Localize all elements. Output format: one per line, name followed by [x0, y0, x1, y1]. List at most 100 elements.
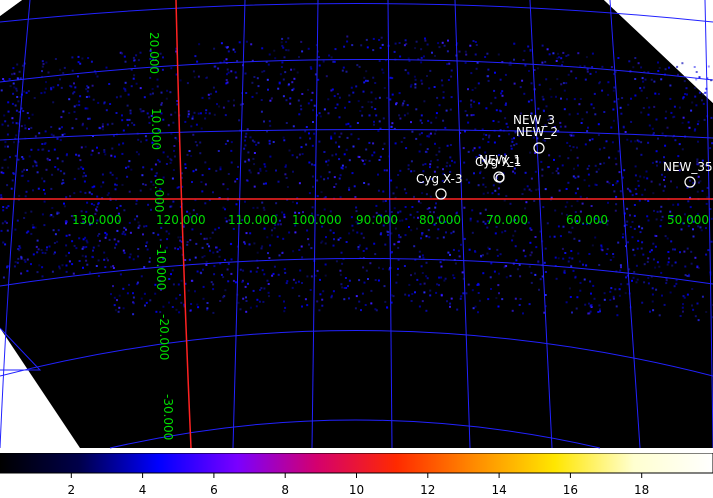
noise-pixel — [413, 170, 416, 172]
noise-pixel — [613, 86, 616, 89]
noise-pixel — [97, 234, 99, 237]
noise-pixel — [592, 107, 595, 110]
noise-pixel — [97, 244, 100, 247]
noise-pixel — [381, 68, 384, 71]
noise-pixel — [446, 161, 449, 164]
noise-pixel — [311, 206, 314, 209]
noise-pixel — [4, 120, 7, 123]
noise-pixel — [290, 68, 293, 71]
noise-pixel — [32, 189, 34, 192]
noise-pixel — [285, 41, 288, 43]
noise-pixel — [418, 133, 421, 136]
noise-pixel — [703, 118, 706, 121]
noise-pixel — [535, 246, 538, 249]
noise-pixel — [38, 132, 41, 135]
noise-pixel — [253, 185, 256, 188]
noise-pixel — [615, 163, 618, 166]
noise-pixel — [191, 115, 194, 118]
noise-pixel — [43, 91, 46, 94]
noise-pixel — [622, 233, 625, 236]
noise-pixel — [161, 68, 164, 71]
noise-pixel — [530, 271, 533, 274]
noise-pixel — [102, 181, 105, 184]
noise-pixel — [8, 78, 11, 80]
noise-pixel — [689, 179, 692, 182]
noise-pixel — [280, 66, 283, 68]
latitude-label: -30.000 — [161, 394, 175, 440]
noise-pixel — [41, 213, 44, 216]
noise-pixel — [452, 248, 455, 251]
noise-pixel — [389, 98, 392, 101]
noise-pixel — [226, 139, 229, 142]
noise-pixel — [696, 265, 699, 268]
noise-pixel — [647, 282, 650, 285]
noise-pixel — [244, 285, 247, 288]
noise-pixel — [370, 91, 373, 94]
noise-pixel — [606, 248, 609, 251]
noise-pixel — [168, 301, 170, 304]
noise-pixel — [527, 100, 530, 103]
longitude-label: 120.000 — [156, 213, 206, 227]
noise-pixel — [287, 37, 290, 40]
noise-pixel — [300, 146, 303, 149]
noise-pixel — [43, 200, 46, 203]
noise-pixel — [410, 274, 412, 277]
noise-pixel — [605, 140, 608, 143]
noise-pixel — [96, 75, 99, 78]
source-label-new-2: NEW_2 — [516, 125, 558, 139]
sky-image[interactable]: 130.000 120.000 110.000 100.000 90.000 8… — [0, 0, 713, 450]
noise-pixel — [697, 319, 700, 322]
noise-pixel — [666, 237, 669, 240]
noise-pixel — [382, 148, 384, 150]
noise-pixel — [145, 301, 148, 304]
noise-pixel — [363, 163, 366, 166]
noise-pixel — [142, 110, 145, 113]
colorbar-gradient[interactable] — [0, 453, 713, 474]
noise-pixel — [212, 283, 215, 286]
noise-pixel — [692, 308, 695, 311]
noise-pixel — [206, 243, 209, 246]
noise-pixel — [149, 93, 152, 96]
noise-pixel — [505, 122, 508, 125]
colorbar-tick-label: 2 — [67, 483, 75, 497]
noise-pixel — [612, 255, 615, 258]
noise-pixel — [81, 254, 84, 257]
noise-pixel — [656, 210, 659, 213]
noise-pixel — [114, 309, 117, 312]
noise-pixel — [658, 265, 661, 268]
noise-pixel — [201, 174, 204, 177]
noise-pixel — [398, 42, 401, 44]
noise-pixel — [115, 96, 118, 99]
noise-pixel — [17, 158, 20, 161]
noise-pixel — [6, 265, 9, 268]
noise-pixel — [91, 84, 94, 87]
noise-pixel — [529, 241, 532, 244]
noise-pixel — [351, 44, 354, 47]
noise-pixel — [103, 150, 106, 153]
noise-pixel — [283, 300, 285, 303]
noise-pixel — [73, 91, 76, 94]
noise-pixel — [212, 191, 214, 194]
noise-pixel — [421, 192, 424, 195]
noise-pixel — [546, 222, 549, 225]
noise-pixel — [339, 269, 342, 272]
noise-pixel — [473, 147, 476, 150]
noise-pixel — [398, 234, 400, 237]
noise-pixel — [59, 68, 62, 71]
noise-pixel — [541, 174, 544, 177]
noise-pixel — [133, 74, 136, 77]
noise-pixel — [447, 251, 450, 254]
noise-pixel — [538, 288, 540, 291]
colorbar[interactable]: 2 4 6 8 10 12 14 16 18 — [0, 453, 713, 498]
noise-pixel — [619, 269, 622, 272]
noise-pixel — [346, 40, 349, 43]
noise-pixel — [329, 229, 332, 232]
noise-pixel — [603, 162, 606, 165]
noise-pixel — [151, 88, 154, 90]
noise-pixel — [429, 289, 432, 292]
longitude-label: 130.000 — [72, 213, 122, 227]
noise-pixel — [83, 246, 86, 249]
noise-pixel — [71, 56, 74, 59]
noise-pixel — [236, 178, 239, 180]
noise-pixel — [679, 315, 682, 317]
